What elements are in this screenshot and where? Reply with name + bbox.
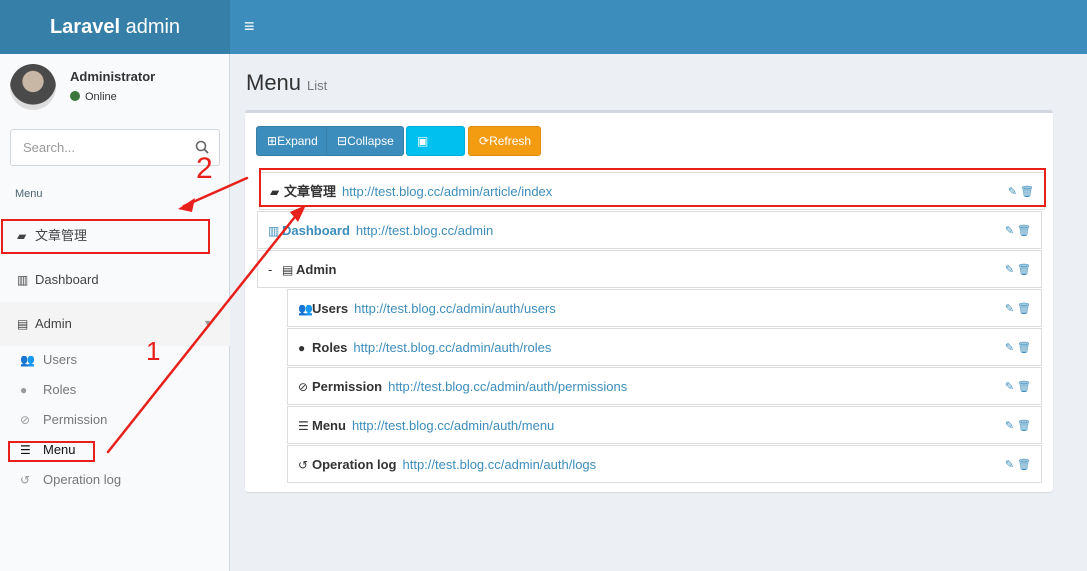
annotation-arrow-1 xyxy=(106,211,300,454)
annotation-mark-1: 1 xyxy=(146,336,160,366)
annotation-overlay: 1 2 xyxy=(106,152,306,454)
arrowhead-icon xyxy=(178,198,195,212)
annotation-mark-2: 2 xyxy=(196,152,213,185)
